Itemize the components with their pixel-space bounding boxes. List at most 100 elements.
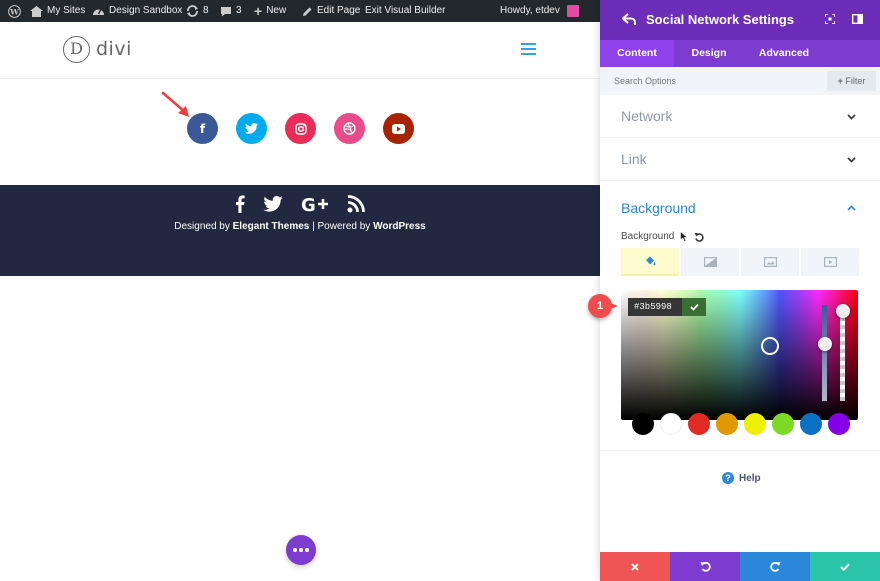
exit-builder-label: Exit Visual Builder [365,5,446,16]
swatch-yellow[interactable] [744,413,766,435]
logo-text[interactable]: divi [96,38,132,60]
search-options-row: + Filter [600,67,880,95]
red-arrow-annotation [161,91,189,117]
confirm-color-button[interactable] [682,298,706,316]
twitter-icon[interactable] [263,196,283,212]
page-settings-fab[interactable] [286,535,316,565]
background-color-tab[interactable] [621,248,679,276]
color-swatches [632,413,857,435]
edit-page-link[interactable]: Edit Page [302,0,360,22]
hex-color-input[interactable]: #3b5998 [628,298,682,316]
new-label: New [266,5,287,16]
dock-panel-icon[interactable] [852,14,863,24]
tab-advanced[interactable]: Advanced [744,40,824,67]
youtube-icon [392,123,405,134]
redo-icon [769,561,780,572]
undo-button[interactable] [670,552,740,581]
chevron-down-icon [847,114,856,120]
background-image-tab[interactable] [741,248,799,276]
instagram-icon [294,122,307,135]
swatch-orange[interactable] [716,413,738,435]
updates-icon [187,5,198,17]
twitter-button[interactable] [236,113,267,144]
footer-social-icons: G [0,195,600,213]
opacity-slider[interactable] [840,305,845,401]
site-name-menu[interactable]: Design Sandbox [92,0,182,22]
back-arrow-icon[interactable] [622,13,636,26]
site-footer: G Designed by Elegant Themes | Powered b… [0,185,600,276]
tab-content[interactable]: Content [600,40,674,67]
background-video-tab[interactable] [801,248,859,276]
swatch-green[interactable] [772,413,794,435]
elegant-themes-link[interactable]: Elegant Themes [233,221,310,232]
hamburger-menu-icon[interactable] [521,43,536,55]
logo-mark[interactable]: D [63,36,90,63]
comments-menu[interactable]: 3 [220,0,242,22]
updates-count: 8 [203,5,209,16]
hue-slider[interactable] [822,305,827,401]
svg-text:G: G [301,195,316,213]
cancel-button[interactable] [600,552,670,581]
swatch-blue[interactable] [800,413,822,435]
filter-button[interactable]: + Filter [827,71,876,91]
dribbble-button[interactable] [334,113,365,144]
panel-header[interactable]: Social Network Settings [600,0,880,40]
panel-tabs: Content Design Advanced [600,40,880,67]
rss-icon[interactable] [347,195,365,213]
plus-icon: + [837,76,843,86]
checkmark-icon [689,303,699,311]
pencil-icon [303,7,312,16]
section-network[interactable]: Network [600,95,880,138]
exit-visual-builder-link[interactable]: Exit Visual Builder [365,0,445,22]
site-name-label: Design Sandbox [109,5,183,16]
opacity-slider-handle[interactable] [836,304,850,318]
swatch-red[interactable] [688,413,710,435]
howdy-label: Howdy, etdev [500,5,560,16]
wordpress-logo-icon[interactable]: W [8,0,21,22]
undo-icon [700,561,711,572]
swatch-purple[interactable] [828,413,850,435]
search-options-input[interactable] [614,71,814,91]
chevron-down-icon [847,157,856,163]
background-field-label: Background [621,231,704,242]
google-plus-icon[interactable]: G [301,195,329,213]
cursor-icon [680,231,689,242]
close-icon [631,562,639,571]
chevron-up-icon[interactable] [847,205,856,211]
reset-icon[interactable] [694,232,704,242]
help-link[interactable]: ? Help [722,472,761,484]
wordpress-link[interactable]: WordPress [373,221,426,232]
my-sites-menu[interactable]: My Sites [30,0,85,22]
instagram-button[interactable] [285,113,316,144]
admin-bar: W My Sites Design Sandbox 8 3 + New Edit… [0,0,600,22]
dribbble-icon [343,122,356,135]
facebook-button[interactable]: f [187,113,218,144]
section-link[interactable]: Link [600,138,880,181]
save-button[interactable] [810,552,880,581]
color-picker-handle[interactable] [761,337,779,355]
plus-icon: + [254,3,263,19]
help-label: Help [739,472,761,484]
powered-by-text: | Powered by [312,221,371,232]
new-content-menu[interactable]: + New [254,0,286,22]
facebook-icon[interactable] [235,195,245,213]
svg-text:W: W [9,7,19,16]
gradient-icon [703,257,717,267]
footer-credits: Designed by Elegant Themes | Powered by … [0,221,600,232]
section-link-title: Link [621,151,647,167]
hue-slider-handle[interactable] [818,337,832,351]
swatch-black[interactable] [632,413,654,435]
swatch-white[interactable] [660,413,682,435]
expand-icon[interactable] [825,14,835,24]
panel-action-bar [600,552,880,581]
avatar [566,5,579,17]
background-gradient-tab[interactable] [681,248,739,276]
updates-menu[interactable]: 8 [186,0,209,22]
redo-button[interactable] [740,552,810,581]
youtube-button[interactable] [383,113,414,144]
section-background-title[interactable]: Background [621,200,696,216]
tab-design[interactable]: Design [674,40,744,67]
account-menu[interactable]: Howdy, etdev [500,0,579,22]
comments-count: 3 [236,5,242,16]
dot-icon [299,548,303,552]
